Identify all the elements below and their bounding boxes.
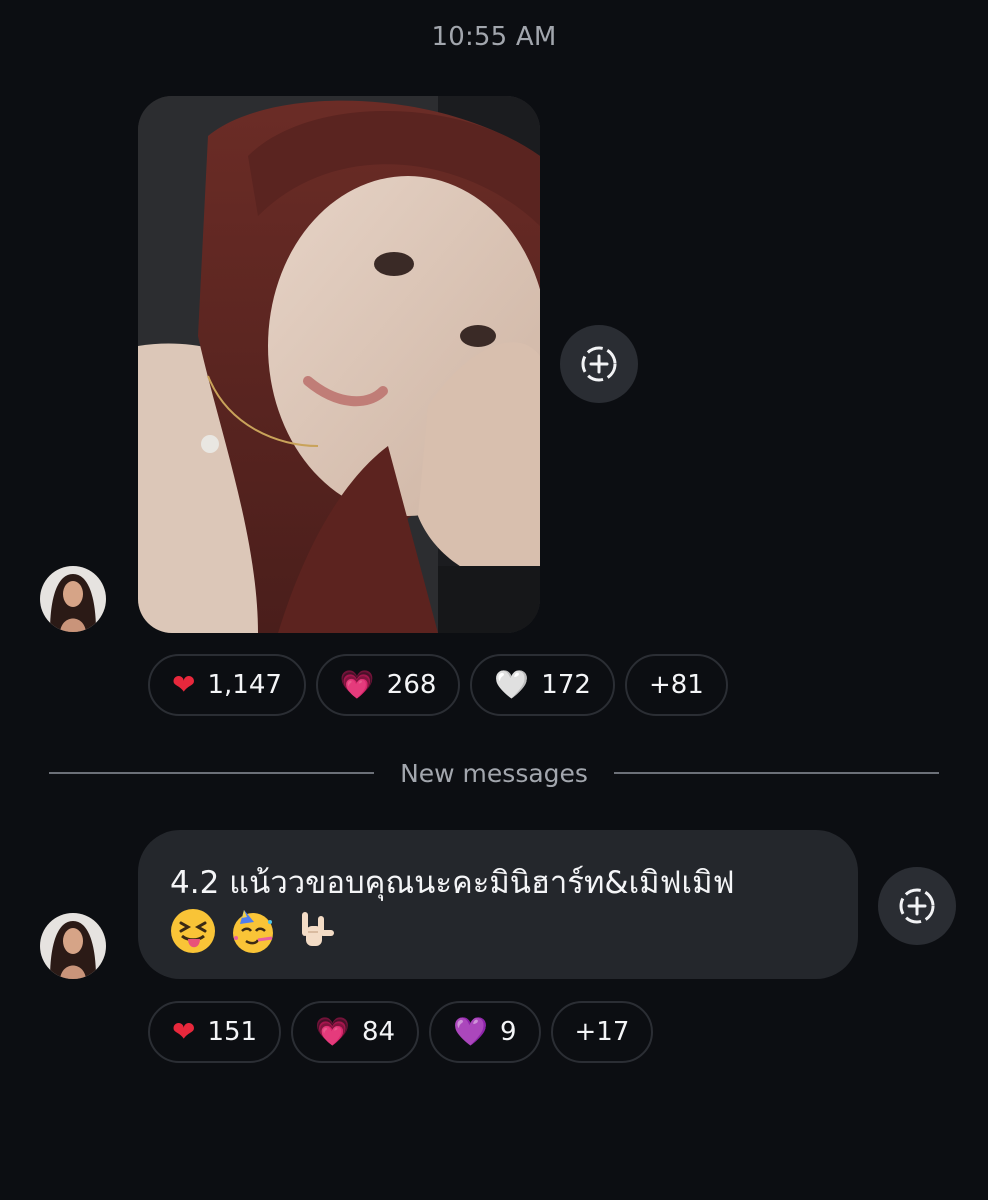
reaction-count: 9 bbox=[499, 1017, 517, 1047]
selfie-image bbox=[138, 96, 540, 633]
new-messages-label: New messages bbox=[400, 758, 588, 788]
squinting-tongue-face-icon bbox=[170, 908, 216, 954]
message-text: 4.2 แน้ววขอบคุณนะคะมินิฮาร์ท&เมิฟเมิฟ bbox=[170, 865, 735, 901]
red-heart-icon: ❤ bbox=[172, 668, 196, 701]
reaction-pill-red-heart[interactable]: ❤ 1,147 bbox=[148, 654, 306, 716]
reaction-count: 268 bbox=[386, 670, 437, 700]
dashed-circle-plus-icon bbox=[899, 888, 935, 924]
reaction-pill-more[interactable]: +81 bbox=[624, 654, 728, 716]
more-reactions-count: +81 bbox=[648, 670, 704, 700]
message-timestamp: 10:55 AM bbox=[431, 22, 557, 52]
love-you-gesture-icon bbox=[290, 908, 336, 954]
new-messages-divider: New messages bbox=[49, 758, 940, 788]
share-to-story-button[interactable] bbox=[560, 325, 638, 403]
reaction-pill-white-heart[interactable]: 🤍 172 bbox=[470, 654, 615, 716]
reaction-pill-more[interactable]: +17 bbox=[550, 1001, 654, 1063]
reaction-count: 1,147 bbox=[207, 670, 282, 700]
reaction-count: 172 bbox=[541, 670, 591, 700]
message-emojis bbox=[170, 908, 828, 954]
share-to-story-button[interactable] bbox=[878, 867, 956, 945]
reaction-pill-pink-heart[interactable]: 💗 84 bbox=[291, 1001, 420, 1063]
reaction-pill-red-heart[interactable]: ❤ 151 bbox=[148, 1001, 282, 1063]
pink-heart-icon: 💗 bbox=[315, 1015, 350, 1048]
reaction-pill-purple-heart[interactable]: 💜 9 bbox=[429, 1001, 541, 1063]
message-bubble[interactable]: 4.2 แน้ววขอบคุณนะคะมินิฮาร์ท&เมิฟเมิฟ bbox=[138, 830, 858, 979]
reaction-bar: ❤ 1,147 💗 268 🤍 172 +81 bbox=[148, 654, 728, 716]
reaction-count: 84 bbox=[361, 1017, 396, 1047]
purple-heart-icon: 💜 bbox=[453, 1015, 488, 1048]
dashed-circle-plus-icon bbox=[581, 346, 617, 382]
reaction-count: 151 bbox=[207, 1017, 258, 1047]
partying-face-icon bbox=[230, 908, 276, 954]
reaction-bar: ❤ 151 💗 84 💜 9 +17 bbox=[148, 1001, 654, 1063]
more-reactions-count: +17 bbox=[574, 1017, 630, 1047]
pink-heart-icon: 💗 bbox=[339, 668, 375, 701]
sender-avatar[interactable] bbox=[40, 566, 106, 632]
divider-line-right bbox=[613, 772, 940, 774]
sender-avatar[interactable] bbox=[40, 913, 106, 979]
reaction-pill-pink-heart[interactable]: 💗 268 bbox=[315, 654, 461, 716]
shared-photo[interactable] bbox=[138, 96, 540, 633]
white-heart-icon: 🤍 bbox=[494, 668, 530, 701]
divider-line-left bbox=[49, 772, 375, 774]
red-heart-icon: ❤ bbox=[172, 1015, 196, 1048]
